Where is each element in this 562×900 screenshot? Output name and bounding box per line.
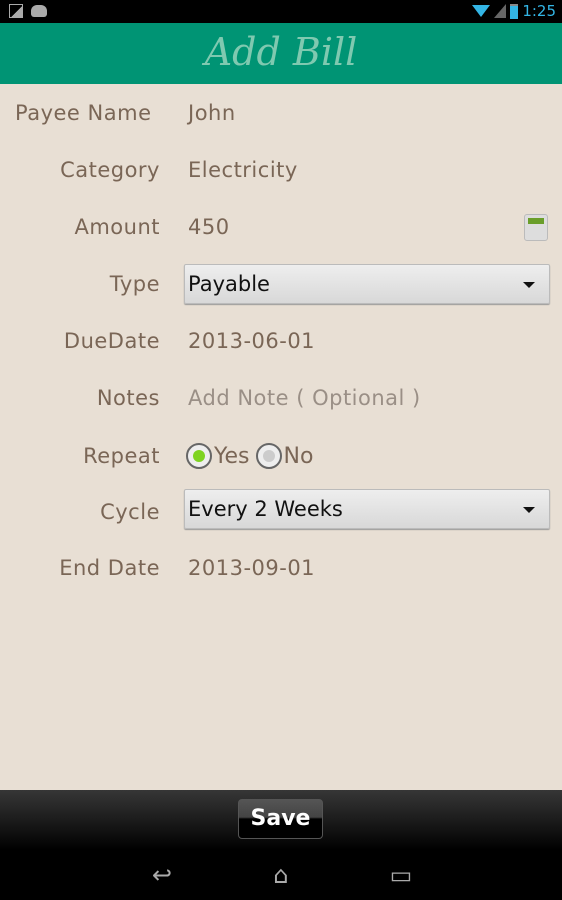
payee-label: Payee Name [15, 101, 152, 125]
repeat-label: Repeat [83, 444, 160, 468]
amount-label: Amount [74, 215, 160, 239]
clock: 1:25 [522, 2, 556, 20]
home-icon[interactable]: ⌂ [263, 863, 299, 887]
cycle-row: Cycle Every 2 Weeks [0, 489, 562, 532]
repeat-row: Repeat Yes No [0, 436, 562, 476]
repeat-no-label[interactable]: No [284, 444, 314, 469]
payee-input[interactable]: John [188, 101, 236, 125]
save-button[interactable]: Save [238, 799, 323, 839]
end-date-label: End Date [59, 556, 160, 580]
repeat-yes-label[interactable]: Yes [214, 444, 250, 469]
end-date-input[interactable]: 2013-09-01 [188, 556, 315, 580]
signal-icon [494, 4, 507, 18]
battery-charging-icon [510, 3, 519, 19]
category-row: Category Electricity [0, 150, 562, 190]
cycle-dropdown[interactable]: Every 2 Weeks [184, 489, 550, 529]
calculator-icon[interactable] [524, 213, 548, 241]
notes-input[interactable]: Add Note ( Optional ) [188, 386, 421, 410]
amount-row: Amount 450 [0, 207, 562, 247]
notes-row: Notes Add Note ( Optional ) [0, 378, 562, 418]
cycle-value: Every 2 Weeks [188, 497, 343, 521]
due-date-row: DueDate 2013-06-01 [0, 321, 562, 361]
notes-label: Notes [96, 386, 160, 410]
due-date-input[interactable]: 2013-06-01 [188, 329, 315, 353]
type-label: Type [109, 272, 160, 296]
dropdown-arrow-icon [523, 507, 535, 513]
payee-row: Payee Name John [0, 93, 562, 133]
wifi-icon [472, 5, 491, 17]
repeat-no-radio[interactable] [255, 443, 282, 469]
title-bar: Add Bill [0, 23, 562, 84]
bottom-bar: Save ↩ ⌂ ▭ [0, 790, 562, 900]
back-icon[interactable]: ↩ [144, 863, 180, 887]
type-dropdown[interactable]: Payable [184, 264, 550, 304]
status-bar: 1:25 [0, 0, 562, 23]
type-value: Payable [188, 272, 270, 296]
android-icon [31, 5, 47, 17]
category-label: Category [60, 158, 160, 182]
amount-input[interactable]: 450 [188, 215, 230, 239]
type-row: Type Payable [0, 264, 562, 304]
image-icon [9, 4, 23, 18]
end-date-row: End Date 2013-09-01 [0, 548, 562, 588]
dropdown-arrow-icon [523, 282, 535, 288]
recents-icon[interactable]: ▭ [383, 863, 419, 887]
cycle-label: Cycle [100, 500, 160, 524]
page-title: Add Bill [204, 30, 358, 74]
due-date-label: DueDate [63, 329, 160, 353]
category-input[interactable]: Electricity [188, 158, 298, 182]
repeat-yes-radio[interactable] [186, 443, 212, 469]
